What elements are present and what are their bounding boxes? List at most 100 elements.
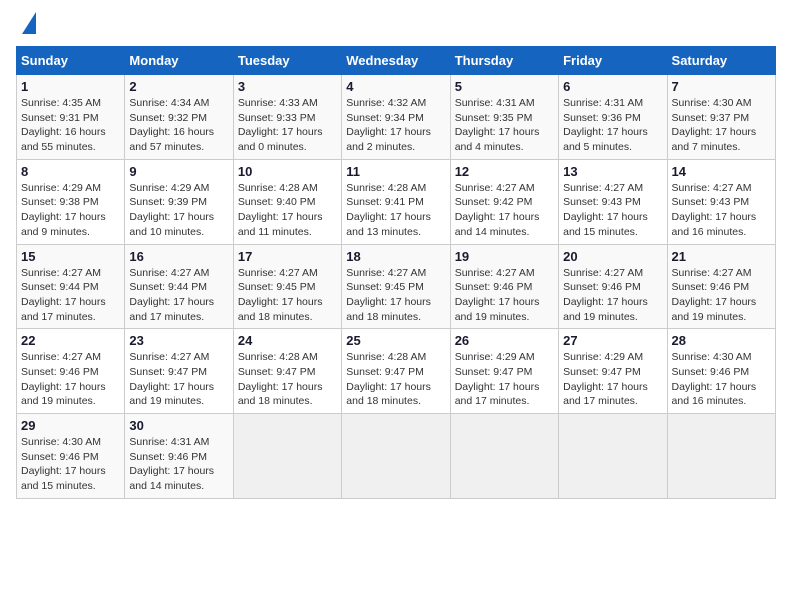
day-number: 2 [129,79,228,94]
calendar-cell: 25 Sunrise: 4:28 AM Sunset: 9:47 PM Dayli… [342,329,450,414]
day-info: Sunrise: 4:30 AM Sunset: 9:46 PM Dayligh… [21,435,120,494]
day-info: Sunrise: 4:30 AM Sunset: 9:46 PM Dayligh… [672,350,771,409]
day-info: Sunrise: 4:35 AM Sunset: 9:31 PM Dayligh… [21,96,120,155]
day-number: 5 [455,79,554,94]
day-number: 19 [455,249,554,264]
calendar-cell: 10 Sunrise: 4:28 AM Sunset: 9:40 PM Dayli… [233,159,341,244]
calendar-week-1: 1 Sunrise: 4:35 AM Sunset: 9:31 PM Daylig… [17,75,776,160]
calendar-cell: 22 Sunrise: 4:27 AM Sunset: 9:46 PM Dayli… [17,329,125,414]
calendar-cell: 28 Sunrise: 4:30 AM Sunset: 9:46 PM Dayli… [667,329,775,414]
day-number: 8 [21,164,120,179]
calendar-cell: 21 Sunrise: 4:27 AM Sunset: 9:46 PM Dayli… [667,244,775,329]
calendar-cell: 12 Sunrise: 4:27 AM Sunset: 9:42 PM Dayli… [450,159,558,244]
day-info: Sunrise: 4:28 AM Sunset: 9:47 PM Dayligh… [346,350,445,409]
day-number: 24 [238,333,337,348]
day-info: Sunrise: 4:27 AM Sunset: 9:45 PM Dayligh… [346,266,445,325]
day-number: 9 [129,164,228,179]
day-number: 23 [129,333,228,348]
day-number: 11 [346,164,445,179]
weekday-header-thursday: Thursday [450,47,558,75]
day-info: Sunrise: 4:28 AM Sunset: 9:47 PM Dayligh… [238,350,337,409]
day-number: 17 [238,249,337,264]
calendar-cell: 27 Sunrise: 4:29 AM Sunset: 9:47 PM Dayli… [559,329,667,414]
day-number: 20 [563,249,662,264]
day-info: Sunrise: 4:32 AM Sunset: 9:34 PM Dayligh… [346,96,445,155]
calendar-cell: 2Sunrise: 4:34 AM Sunset: 9:32 PM Daylig… [125,75,233,160]
day-info: Sunrise: 4:27 AM Sunset: 9:45 PM Dayligh… [238,266,337,325]
weekday-header-friday: Friday [559,47,667,75]
weekday-header-saturday: Saturday [667,47,775,75]
calendar-cell: 16Sunrise: 4:27 AM Sunset: 9:44 PM Dayli… [125,244,233,329]
day-info: Sunrise: 4:29 AM Sunset: 9:47 PM Dayligh… [455,350,554,409]
day-number: 26 [455,333,554,348]
calendar-cell: 29Sunrise: 4:30 AM Sunset: 9:46 PM Dayli… [17,414,125,499]
day-number: 1 [21,79,120,94]
day-info: Sunrise: 4:29 AM Sunset: 9:39 PM Dayligh… [129,181,228,240]
day-number: 3 [238,79,337,94]
weekday-header-sunday: Sunday [17,47,125,75]
calendar-cell: 19 Sunrise: 4:27 AM Sunset: 9:46 PM Dayli… [450,244,558,329]
weekday-header-monday: Monday [125,47,233,75]
calendar-cell [342,414,450,499]
calendar-week-5: 29Sunrise: 4:30 AM Sunset: 9:46 PM Dayli… [17,414,776,499]
calendar-cell: 20 Sunrise: 4:27 AM Sunset: 9:46 PM Dayli… [559,244,667,329]
calendar-cell [559,414,667,499]
calendar-cell: 30 Sunrise: 4:31 AM Sunset: 9:46 PM Dayli… [125,414,233,499]
calendar-cell [667,414,775,499]
logo-triangle-icon [22,12,36,34]
day-number: 28 [672,333,771,348]
calendar-cell: 9 Sunrise: 4:29 AM Sunset: 9:39 PM Daylig… [125,159,233,244]
calendar-cell: 4 Sunrise: 4:32 AM Sunset: 9:34 PM Daylig… [342,75,450,160]
calendar-cell: 17 Sunrise: 4:27 AM Sunset: 9:45 PM Dayli… [233,244,341,329]
day-info: Sunrise: 4:27 AM Sunset: 9:46 PM Dayligh… [563,266,662,325]
day-info: Sunrise: 4:33 AM Sunset: 9:33 PM Dayligh… [238,96,337,155]
calendar-cell: 15Sunrise: 4:27 AM Sunset: 9:44 PM Dayli… [17,244,125,329]
calendar-table: SundayMondayTuesdayWednesdayThursdayFrid… [16,46,776,499]
day-info: Sunrise: 4:30 AM Sunset: 9:37 PM Dayligh… [672,96,771,155]
calendar-cell: 14Sunrise: 4:27 AM Sunset: 9:43 PM Dayli… [667,159,775,244]
page-header [16,16,776,38]
day-number: 7 [672,79,771,94]
day-number: 4 [346,79,445,94]
day-number: 25 [346,333,445,348]
day-number: 10 [238,164,337,179]
day-info: Sunrise: 4:28 AM Sunset: 9:40 PM Dayligh… [238,181,337,240]
calendar-week-2: 8 Sunrise: 4:29 AM Sunset: 9:38 PM Daylig… [17,159,776,244]
calendar-cell: 6Sunrise: 4:31 AM Sunset: 9:36 PM Daylig… [559,75,667,160]
calendar-cell: 7 Sunrise: 4:30 AM Sunset: 9:37 PM Daylig… [667,75,775,160]
calendar-cell: 26 Sunrise: 4:29 AM Sunset: 9:47 PM Dayli… [450,329,558,414]
calendar-cell: 5 Sunrise: 4:31 AM Sunset: 9:35 PM Daylig… [450,75,558,160]
day-number: 15 [21,249,120,264]
logo [16,16,36,38]
day-info: Sunrise: 4:29 AM Sunset: 9:47 PM Dayligh… [563,350,662,409]
day-number: 30 [129,418,228,433]
calendar-cell: 11 Sunrise: 4:28 AM Sunset: 9:41 PM Dayli… [342,159,450,244]
day-info: Sunrise: 4:27 AM Sunset: 9:46 PM Dayligh… [21,350,120,409]
calendar-week-3: 15 Sunrise: 4:27 AM Sunset: 9:44 PM Dayli… [17,244,776,329]
day-info: Sunrise: 4:28 AM Sunset: 9:41 PM Dayligh… [346,181,445,240]
day-number: 21 [672,249,771,264]
calendar-cell [233,414,341,499]
day-info: Sunrise: 4:27 AM Sunset: 9:44 PM Dayligh… [129,266,228,325]
day-number: 13 [563,164,662,179]
day-number: 22 [21,333,120,348]
calendar-cell: 3 Sunrise: 4:33 AM Sunset: 9:33 PM Daylig… [233,75,341,160]
calendar-cell [450,414,558,499]
day-info: Sunrise: 4:27 AM Sunset: 9:42 PM Dayligh… [455,181,554,240]
day-info: Sunrise: 4:27 AM Sunset: 9:46 PM Dayligh… [455,266,554,325]
day-info: Sunrise: 4:27 AM Sunset: 9:43 PM Dayligh… [672,181,771,240]
day-info: Sunrise: 4:31 AM Sunset: 9:35 PM Dayligh… [455,96,554,155]
day-number: 12 [455,164,554,179]
calendar-cell: 1 Sunrise: 4:35 AM Sunset: 9:31 PM Daylig… [17,75,125,160]
day-info: Sunrise: 4:31 AM Sunset: 9:46 PM Dayligh… [129,435,228,494]
day-info: Sunrise: 4:27 AM Sunset: 9:47 PM Dayligh… [129,350,228,409]
weekday-header-wednesday: Wednesday [342,47,450,75]
calendar-cell: 23 Sunrise: 4:27 AM Sunset: 9:47 PM Dayli… [125,329,233,414]
weekday-header-tuesday: Tuesday [233,47,341,75]
day-info: Sunrise: 4:27 AM Sunset: 9:46 PM Dayligh… [672,266,771,325]
day-number: 27 [563,333,662,348]
day-info: Sunrise: 4:27 AM Sunset: 9:43 PM Dayligh… [563,181,662,240]
day-info: Sunrise: 4:31 AM Sunset: 9:36 PM Dayligh… [563,96,662,155]
calendar-cell: 24 Sunrise: 4:28 AM Sunset: 9:47 PM Dayli… [233,329,341,414]
day-info: Sunrise: 4:29 AM Sunset: 9:38 PM Dayligh… [21,181,120,240]
